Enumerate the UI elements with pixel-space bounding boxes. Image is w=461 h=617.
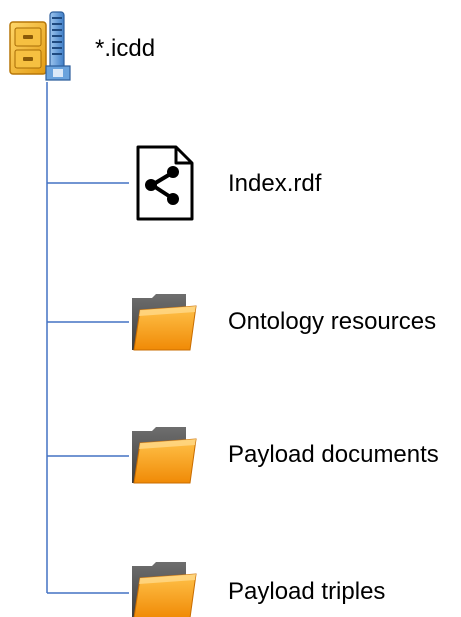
ontology-resources-label: Ontology resources	[228, 308, 437, 335]
folder-icon	[132, 427, 197, 484]
folder-icon	[132, 562, 197, 617]
payload-documents-label: Payload documents	[228, 441, 439, 468]
zip-archive-icon	[9, 11, 71, 81]
root-archive-label: *.icdd	[95, 35, 156, 62]
folder-icon	[132, 294, 197, 351]
payload-triples-label: Payload triples	[228, 578, 386, 605]
rdf-file-icon	[136, 145, 194, 221]
index-rdf-label: Index.rdf	[228, 170, 322, 197]
